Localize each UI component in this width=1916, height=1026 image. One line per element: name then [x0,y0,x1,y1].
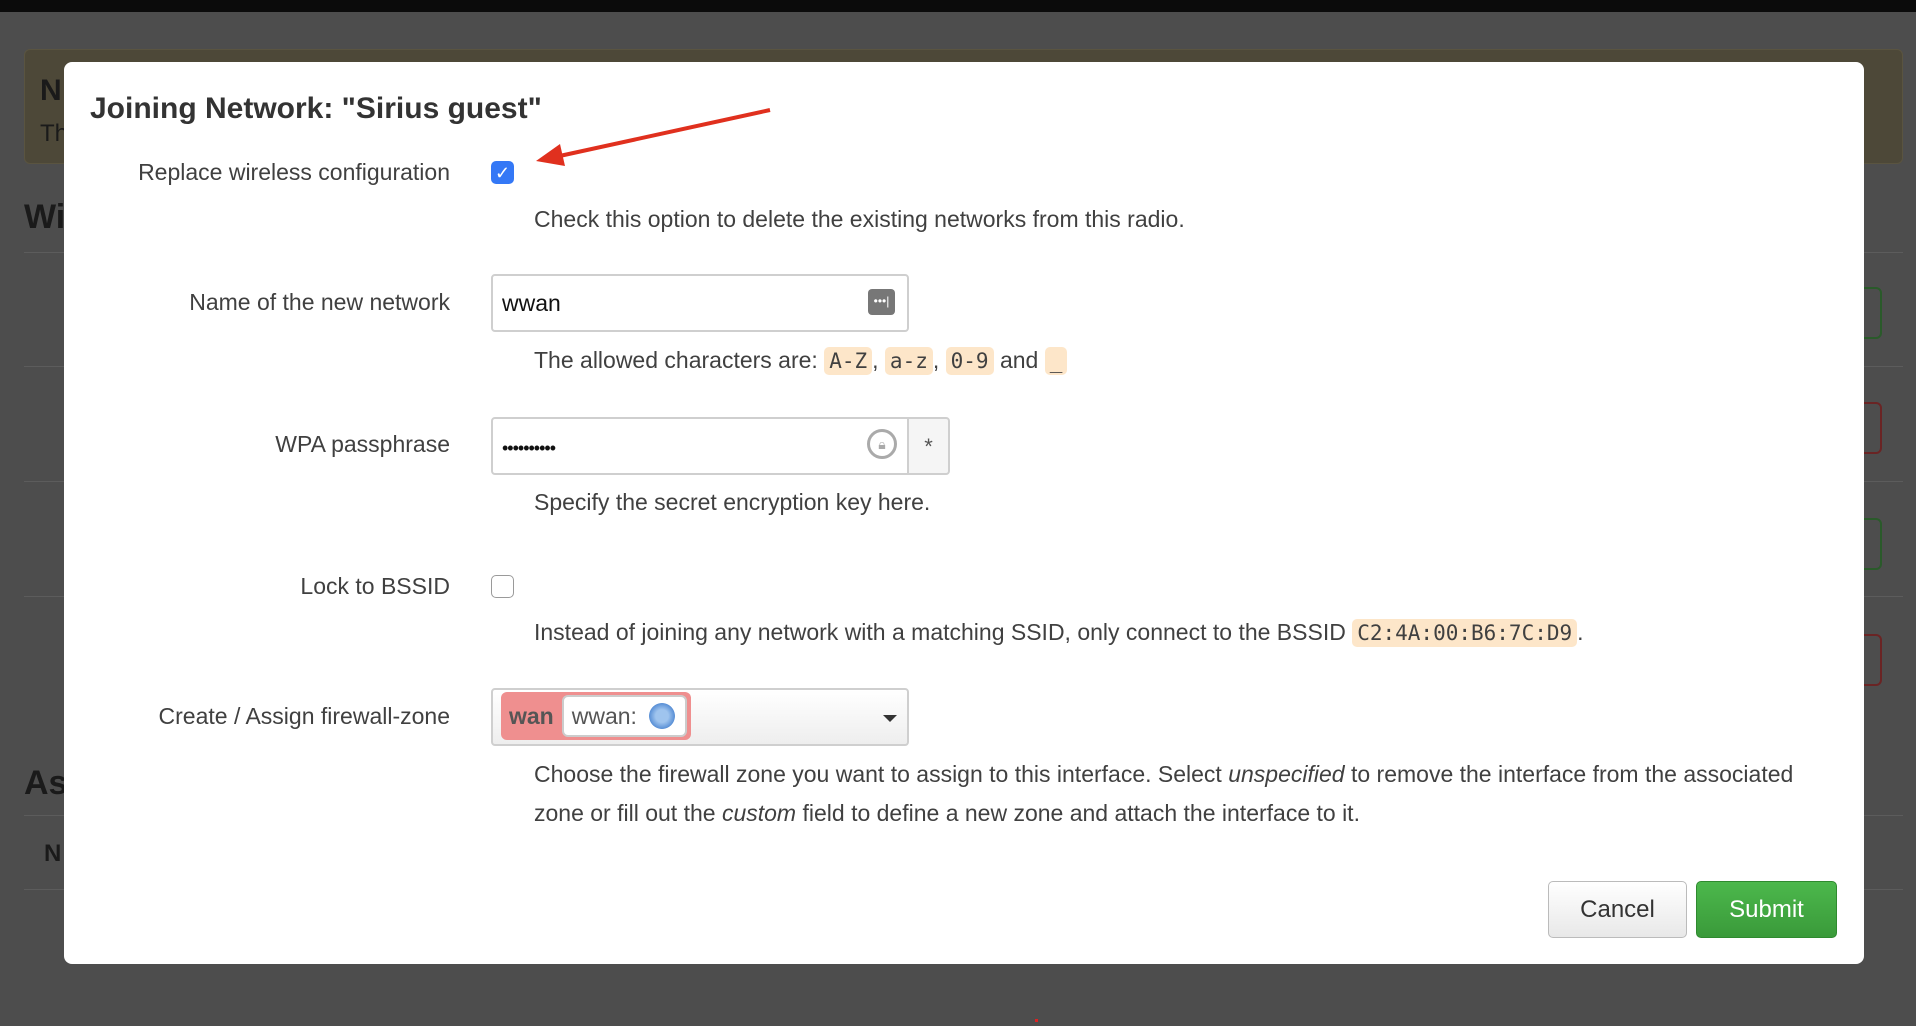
arrow-head [536,144,565,166]
red-dot [1035,1019,1038,1022]
arrow-line [554,108,771,159]
annotation-arrow [536,108,771,166]
